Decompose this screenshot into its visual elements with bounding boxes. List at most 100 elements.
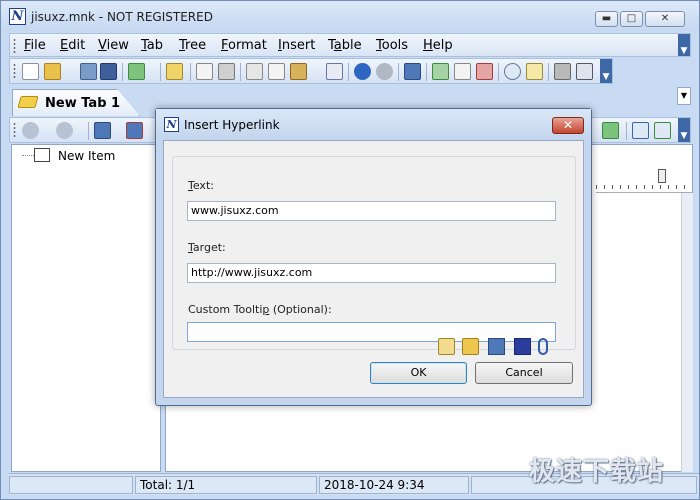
hyperlink-group: Text: www.jisuxz.com Target: http://www.…: [172, 156, 576, 350]
menu-format[interactable]: Format: [221, 38, 267, 53]
flag-icon[interactable]: [514, 338, 531, 355]
export-icon[interactable]: [128, 63, 145, 80]
menu-file[interactable]: File: [24, 38, 46, 53]
spellcheck-icon[interactable]: [326, 63, 343, 80]
dialog-close-button[interactable]: ✕: [552, 117, 584, 134]
tab-new-tab-1[interactable]: New Tab 1: [12, 89, 140, 116]
printer-icon[interactable]: [438, 338, 455, 355]
tab-label: New Tab 1: [45, 96, 121, 111]
watermark-logo: 极速下载站: [529, 457, 665, 487]
tooltip-label: Custom Tooltip (Optional):: [188, 303, 332, 316]
encrypt-icon[interactable]: [554, 63, 571, 80]
target-input[interactable]: http://www.jisuxz.com: [187, 263, 556, 283]
toolbar-separator: [190, 63, 191, 81]
grip-icon[interactable]: [13, 38, 16, 54]
status-empty-cell: [9, 476, 133, 494]
tag-icon[interactable]: [80, 63, 97, 80]
paperclip-icon[interactable]: [538, 338, 548, 355]
close-window-button[interactable]: ✕: [645, 11, 685, 27]
toolbar-separator: [88, 122, 89, 140]
ok-button[interactable]: OK: [370, 362, 467, 384]
find-replace-icon[interactable]: [526, 63, 543, 80]
text-input[interactable]: www.jisuxz.com: [187, 201, 556, 221]
vertical-scrollbar[interactable]: [681, 193, 693, 472]
insert-hyperlink-dialog: N Insert Hyperlink ✕ Text: www.jisuxz.co…: [155, 108, 592, 406]
target-label: Target:: [188, 241, 226, 254]
format-toolbar: ▼: [591, 117, 691, 143]
cut-icon[interactable]: [246, 63, 263, 80]
minimize-button[interactable]: ▬: [595, 11, 618, 27]
table-icon[interactable]: [602, 122, 619, 139]
cancel-button[interactable]: Cancel: [475, 362, 573, 384]
menu-view[interactable]: View: [98, 38, 129, 53]
window-icon[interactable]: [576, 63, 593, 80]
search-icon[interactable]: [504, 63, 521, 80]
highlight-icon[interactable]: [166, 63, 183, 80]
grip-icon[interactable]: [13, 63, 16, 79]
add-node-icon[interactable]: [94, 122, 111, 139]
menu-tab[interactable]: Tab: [141, 38, 163, 53]
forward-icon[interactable]: [56, 122, 73, 139]
menu-insert[interactable]: Insert: [278, 38, 315, 53]
save-icon[interactable]: [100, 63, 117, 80]
folder-icon[interactable]: [462, 338, 479, 355]
menu-tree[interactable]: Tree: [179, 38, 206, 53]
add-note-icon[interactable]: [432, 63, 449, 80]
bullet-list-icon[interactable]: [632, 122, 649, 139]
toolbar-separator: [426, 63, 427, 81]
dialog-title-bar: N Insert Hyperlink ✕: [156, 109, 591, 139]
indent-marker-icon[interactable]: [658, 169, 666, 183]
format-toolbar-overflow-icon[interactable]: ▼: [678, 118, 690, 142]
toolbar-separator: [122, 63, 123, 81]
toolbar-separator: [398, 63, 399, 81]
tree-panel: New Item: [11, 144, 161, 472]
window-title: jisuxz.mnk - NOT REGISTERED: [31, 10, 213, 24]
toolbar-overflow-icon[interactable]: ▼: [600, 59, 612, 83]
back-icon[interactable]: [22, 122, 39, 139]
dialog-title: Insert Hyperlink: [184, 118, 280, 132]
main-toolbar: ▼: [9, 58, 613, 84]
dialog-body: Text: www.jisuxz.com Target: http://www.…: [163, 140, 584, 398]
paste-icon[interactable]: [290, 63, 307, 80]
app-logo-icon: N: [9, 8, 26, 25]
numbered-list-icon[interactable]: [654, 122, 671, 139]
note-page-icon: [34, 148, 50, 162]
menu-table[interactable]: Table: [328, 38, 362, 53]
print-preview-icon[interactable]: [196, 63, 213, 80]
text-label: Text:: [188, 179, 214, 192]
delete-note-icon[interactable]: [476, 63, 493, 80]
menu-tools[interactable]: Tools: [376, 38, 408, 53]
maximize-button[interactable]: □: [620, 11, 643, 27]
toolbar-separator: [160, 63, 161, 81]
delete-node-icon[interactable]: [126, 122, 143, 139]
new-file-icon[interactable]: [22, 63, 39, 80]
menu-table-label: Table: [328, 38, 362, 53]
tab-dropdown-icon[interactable]: ▼: [677, 87, 691, 105]
status-datetime: 2018-10-24 9:34: [319, 476, 469, 494]
tree-item-new-item[interactable]: New Item: [58, 149, 115, 163]
tree-icon[interactable]: [488, 338, 505, 355]
tree-icon[interactable]: [404, 63, 421, 80]
app-logo-icon: N: [164, 117, 179, 132]
menu-help[interactable]: Help: [423, 38, 453, 53]
menu-edit[interactable]: Edit: [60, 38, 85, 53]
ruler: [596, 173, 692, 193]
grip-icon[interactable]: [13, 122, 16, 138]
toolbar-separator: [626, 122, 627, 140]
tree-toolbar: [9, 117, 159, 143]
menu-overflow-icon[interactable]: ▼: [678, 34, 690, 56]
status-total: Total: 1/1: [135, 476, 317, 494]
tab-note-icon: [17, 96, 39, 108]
tree-connector: [22, 155, 34, 156]
undo-icon[interactable]: [354, 63, 371, 80]
menu-bar: File Edit View Tab Tree Format Insert Ta…: [9, 33, 691, 57]
copy-icon[interactable]: [268, 63, 285, 80]
redo-icon[interactable]: [376, 63, 393, 80]
title-bar: N jisuxz.mnk - NOT REGISTERED ▬ □ ✕: [1, 1, 699, 31]
toolbar-separator: [548, 63, 549, 81]
toolbar-separator: [240, 63, 241, 81]
edit-note-icon[interactable]: [454, 63, 471, 80]
open-folder-icon[interactable]: [44, 63, 61, 80]
toolbar-separator: [498, 63, 499, 81]
printer-icon[interactable]: [218, 63, 235, 80]
